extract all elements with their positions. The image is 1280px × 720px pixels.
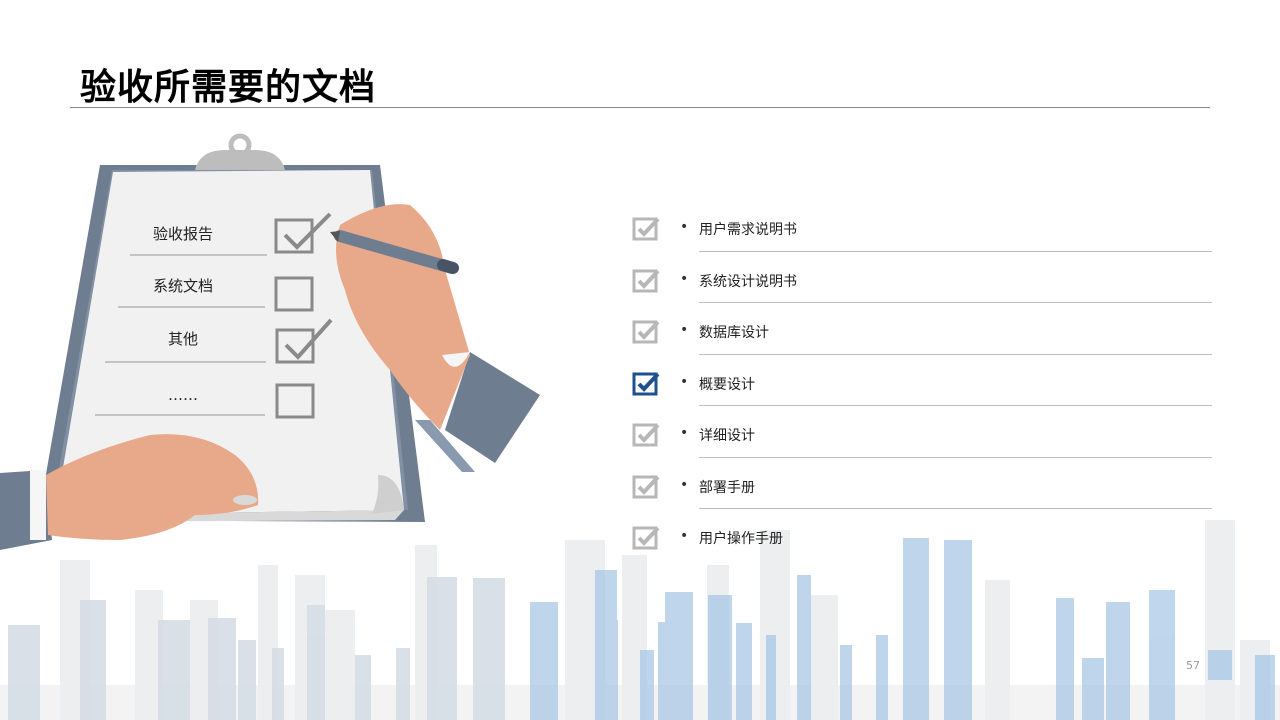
clipboard-item-label: 系统文档: [153, 277, 213, 295]
bullet: •: [680, 528, 689, 544]
gray-checkbox-icon: [632, 475, 660, 498]
list-item-label: 用户操作手册: [699, 531, 783, 547]
list-item: • 用户需求说明书: [630, 210, 1212, 262]
divider: [699, 456, 1212, 458]
gray-checkbox-icon: [632, 526, 660, 550]
list-item-label: 数据库设计: [699, 325, 769, 341]
page-number: 57: [1186, 659, 1200, 672]
document-checklist: • 用户需求说明书 • 系统设计说明书 • 数据库设计 • 概要设计 • 详细设…: [630, 210, 1212, 571]
list-item: • 详细设计: [630, 416, 1212, 468]
clipboard-item-label: ……: [168, 386, 198, 404]
list-item-label: 详细设计: [699, 428, 755, 444]
bullet: •: [680, 425, 689, 441]
bullet: •: [680, 322, 689, 338]
list-item-label: 部署手册: [699, 479, 755, 496]
gray-checkbox-icon: [632, 423, 660, 447]
clipboard-item-label: 其他: [168, 330, 198, 348]
list-item-label: 用户需求说明书: [699, 222, 797, 238]
divider: [699, 353, 1212, 355]
list-item: • 系统设计说明书: [630, 262, 1212, 314]
gray-checkbox-icon: [632, 217, 660, 241]
blue-checkbox-icon: [632, 372, 660, 395]
gray-checkbox-icon: [632, 320, 660, 344]
list-item: • 部署手册: [630, 468, 1212, 520]
gray-checkbox-icon: [632, 269, 660, 292]
bullet: •: [680, 270, 689, 287]
page-title: 验收所需要的文档: [80, 67, 377, 108]
bullet: •: [680, 219, 689, 235]
bullet: •: [680, 476, 689, 493]
title-divider: [70, 107, 1210, 108]
clipboard-illustration: 验收报告 系统文档 其他 ……: [0, 133, 540, 550]
clipboard-item-label: 验收报告: [153, 225, 213, 243]
list-item-label: 系统设计说明书: [699, 273, 797, 290]
list-item-label: 概要设计: [699, 376, 755, 393]
divider: [699, 250, 1212, 252]
list-item: • 概要设计: [630, 365, 1212, 417]
divider: [699, 508, 1212, 509]
divider: [699, 302, 1212, 303]
divider: [699, 405, 1212, 406]
bullet: •: [680, 373, 689, 390]
list-item: • 用户操作手册: [630, 519, 1212, 571]
list-item: • 数据库设计: [630, 313, 1212, 365]
